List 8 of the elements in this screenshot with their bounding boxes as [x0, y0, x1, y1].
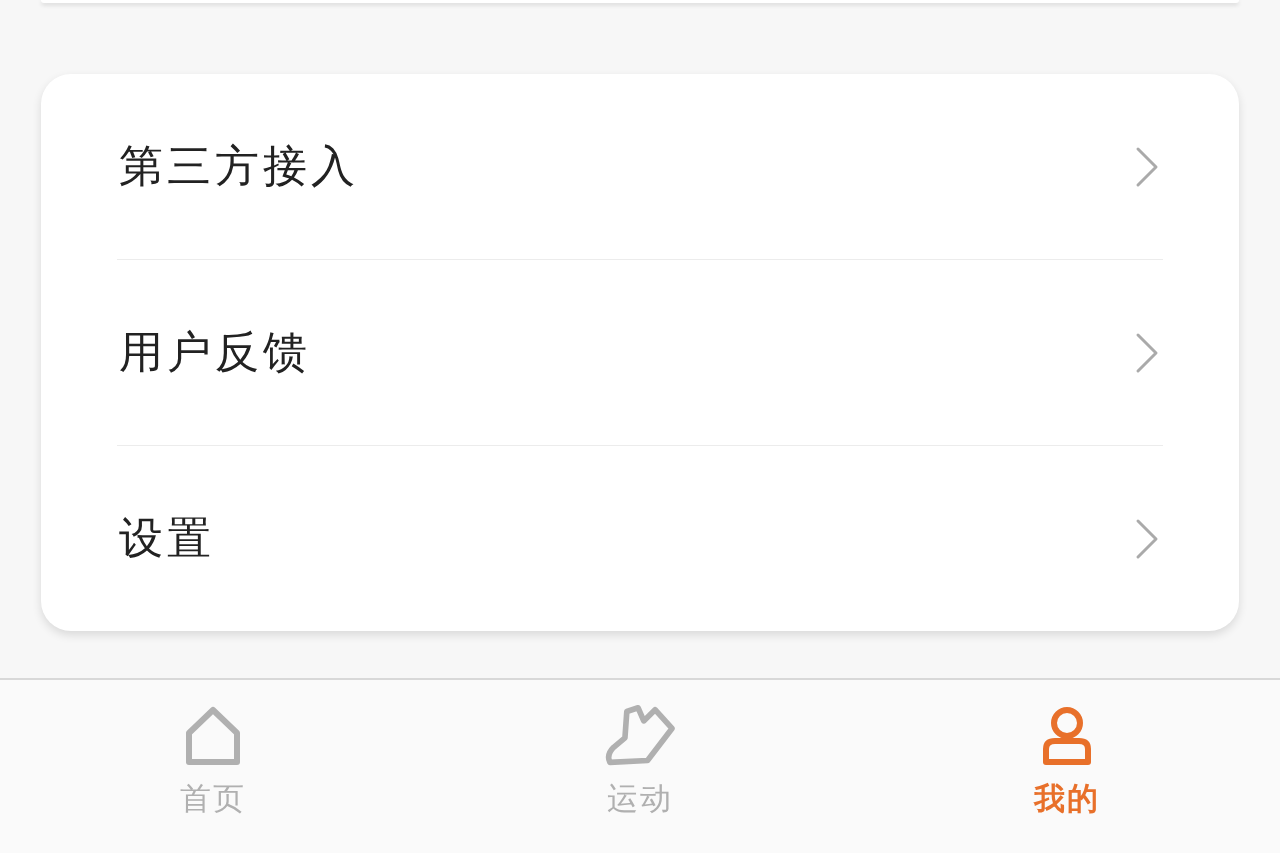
chevron-right-icon — [1135, 145, 1159, 188]
menu-item[interactable]: 第三方接入 — [41, 74, 1239, 259]
person-icon — [1040, 704, 1093, 768]
menu-item[interactable]: 设置 — [41, 446, 1239, 631]
chevron-right-icon — [1135, 517, 1159, 560]
home-icon — [184, 704, 243, 768]
chevron-right-icon — [1135, 331, 1159, 374]
menu-item[interactable]: 用户反馈 — [41, 260, 1239, 445]
